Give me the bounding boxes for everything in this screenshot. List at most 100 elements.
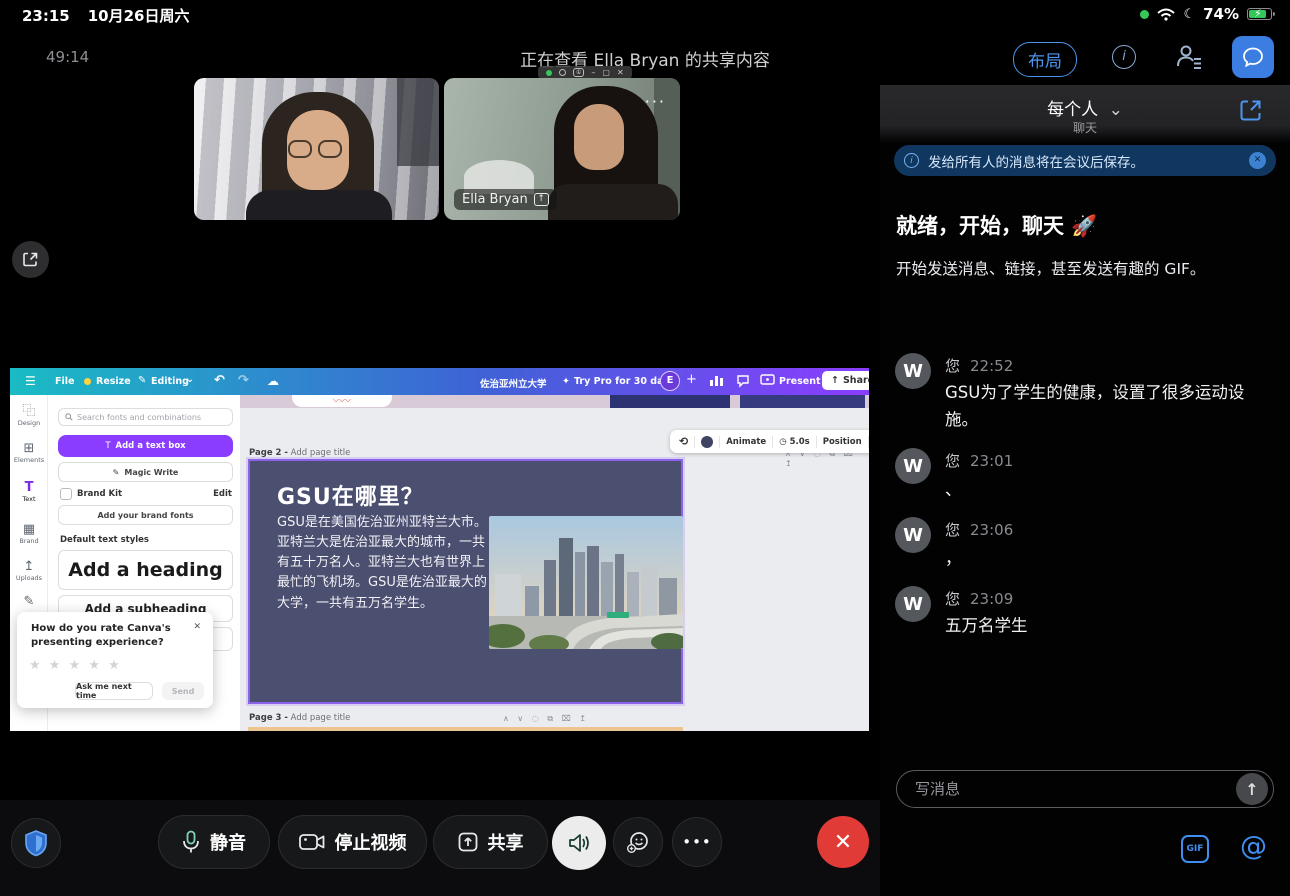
file-menu[interactable]: File <box>55 376 74 387</box>
reactions-button[interactable] <box>613 817 663 867</box>
survey-ask-later-button[interactable]: Ask me next time <box>75 682 153 700</box>
rail-elements-tab[interactable]: ⊞Elements <box>10 442 48 464</box>
gif-label: GIF <box>1187 844 1204 854</box>
video-tile-self[interactable] <box>194 78 439 220</box>
duration-button[interactable]: 5.0s <box>790 437 810 447</box>
magic-write-button[interactable]: ✎ Magic Write <box>58 462 233 482</box>
redo-icon[interactable]: ↷ <box>238 373 249 388</box>
elements-label: Elements <box>10 456 48 464</box>
window-close-icon[interactable]: ✕ <box>617 68 624 77</box>
present-button[interactable]: Present <box>779 376 821 387</box>
info-icon: i <box>1122 49 1126 64</box>
position-button[interactable]: Position <box>823 437 862 447</box>
avatar: W <box>895 586 931 622</box>
brand-kit-edit-link[interactable]: Edit <box>213 489 232 499</box>
rail-draw-tab[interactable]: ✎ <box>10 595 48 609</box>
status-icons: ☾ 74% ⚡ <box>1140 5 1272 23</box>
page2-title-placeholder[interactable]: Add page title <box>291 448 351 458</box>
slide-title[interactable]: GSU在哪里？ <box>277 479 424 511</box>
meeting-info-button[interactable]: i <box>1112 45 1136 69</box>
layout-button-label: 布局 <box>1028 52 1062 72</box>
is-sharing-icon: ↑ <box>534 193 549 206</box>
send-button[interactable]: ↑ <box>1236 773 1268 805</box>
page3-title-row[interactable]: Page 3 - Add page title <box>249 713 350 723</box>
chat-audience-dropdown[interactable]: 每个人 ⌄ <box>1047 95 1123 120</box>
banner-close-button[interactable]: ✕ <box>1249 152 1266 169</box>
person1-glasses <box>288 140 342 158</box>
camera-icon <box>299 833 325 851</box>
animate-button[interactable]: Animate <box>726 437 766 447</box>
more-options-button[interactable]: ••• <box>672 817 722 867</box>
chat-popout-button[interactable] <box>1238 97 1264 123</box>
add-brand-fonts-button[interactable]: Add your brand fonts <box>58 505 233 525</box>
message-meta: 您23:06 <box>945 519 1013 540</box>
add-text-box-button[interactable]: T Add a text box <box>58 435 233 457</box>
add-member-icon[interactable]: + <box>686 372 697 387</box>
magic-write-icon: ✎ <box>113 468 120 477</box>
rail-uploads-tab[interactable]: ↥Uploads <box>10 560 48 582</box>
history-icon[interactable]: ⟲ <box>679 435 688 448</box>
layout-button[interactable]: 布局 <box>1013 42 1077 77</box>
doc-title[interactable]: 佐治亚州立大学 <box>480 376 547 390</box>
recording-dot-icon <box>1140 10 1149 19</box>
window-circle-icon <box>559 69 566 76</box>
page3-label: Page 3 - <box>249 713 288 723</box>
comments-icon[interactable] <box>736 374 750 388</box>
canva-share-button[interactable]: ↑ Share <box>822 371 869 390</box>
mute-button[interactable]: 静音 <box>158 815 270 869</box>
survey-star-rating[interactable]: ★ ★ ★ ★ ★ <box>29 658 122 673</box>
resize-menu[interactable]: Resize <box>96 376 131 387</box>
popout-share-button[interactable] <box>12 241 49 278</box>
mention-button[interactable]: @ <box>1240 831 1267 862</box>
speaker-button[interactable] <box>552 816 606 870</box>
undo-icon[interactable]: ↶ <box>214 373 225 388</box>
resize-dot-icon <box>84 378 91 385</box>
slide-body-text[interactable]: GSU是在美国佐治亚州亚特兰大市。亚特兰大是佐治亚最大的城市，一共有五十万名人。… <box>277 513 491 614</box>
meeting-security-button[interactable] <box>11 818 61 868</box>
page3-actions-icons[interactable]: ∧ ∨ ◌ ⧉ ⌧ ↥ <box>503 714 589 724</box>
page3-title-placeholder[interactable]: Add page title <box>291 713 351 723</box>
editing-mode-menu[interactable]: Editing <box>151 376 189 387</box>
page2-label: Page 2 - <box>249 448 288 458</box>
rail-design-tab[interactable]: ⿻Design <box>10 405 48 427</box>
color-swatch[interactable] <box>701 436 713 448</box>
shield-icon <box>23 829 49 857</box>
tile-more-button[interactable]: ··· <box>645 92 666 111</box>
page2-title-row[interactable]: Page 2 - Add page title <box>249 448 350 458</box>
add-heading-style[interactable]: Add a heading <box>58 550 233 590</box>
gif-button[interactable]: GIF <box>1181 835 1209 863</box>
menu-hamburger-icon[interactable]: ☰ <box>25 374 36 388</box>
canva-topbar: ☰ File Resize ✎ Editing ⌄ ↶ ↷ ☁ 佐治亚州立大学 … <box>10 368 869 395</box>
avatar: W <box>895 517 931 553</box>
slide-page3-top-sliver[interactable] <box>248 727 683 731</box>
status-bar: 23:15 10月26日周六 <box>22 5 190 26</box>
rail-brand-tab[interactable]: ▦Brand <box>10 523 48 545</box>
participants-button[interactable] <box>1174 42 1204 72</box>
window-restore-icon[interactable]: ▢ <box>602 68 610 77</box>
canva-share-label: Share <box>843 375 869 386</box>
stop-video-button[interactable]: 停止视频 <box>278 815 427 869</box>
slide-page2[interactable]: GSU在哪里？ GSU是在美国佐治亚州亚特兰大市。亚特兰大是佐治亚最大的城市，一… <box>248 459 683 704</box>
share-button[interactable]: 共享 <box>433 815 548 869</box>
open-external-icon <box>22 251 39 268</box>
rail-text-tab[interactable]: TText <box>10 481 48 503</box>
banner-text: 发给所有人的消息将在会议后保存。 <box>928 151 1249 171</box>
chat-toggle-button[interactable] <box>1232 36 1274 78</box>
font-search-box[interactable]: Search fonts and combinations <box>58 408 233 426</box>
share-label: 共享 <box>488 829 524 855</box>
slide-city-image[interactable] <box>489 516 683 649</box>
window-minimize-icon[interactable]: – <box>591 68 595 77</box>
page1-logo-fragment: ⌵⌵⌵ <box>292 395 392 407</box>
editing-chevron-icon: ⌄ <box>186 374 194 385</box>
insights-icon[interactable] <box>710 376 723 386</box>
share-screen-icon <box>458 832 478 852</box>
message-input[interactable] <box>896 770 1274 808</box>
add-brand-fonts-label: Add your brand fonts <box>97 511 193 520</box>
account-avatar[interactable]: E <box>660 371 680 391</box>
survey-send-button[interactable]: Send <box>162 682 204 700</box>
end-call-button[interactable]: ✕ <box>817 816 869 868</box>
video-tile-ella[interactable]: ··· Ella Bryan ↑ <box>444 78 680 220</box>
message-meta: 您23:01 <box>945 450 1013 471</box>
survey-close-icon[interactable]: ✕ <box>193 622 201 632</box>
avatar: W <box>895 448 931 484</box>
